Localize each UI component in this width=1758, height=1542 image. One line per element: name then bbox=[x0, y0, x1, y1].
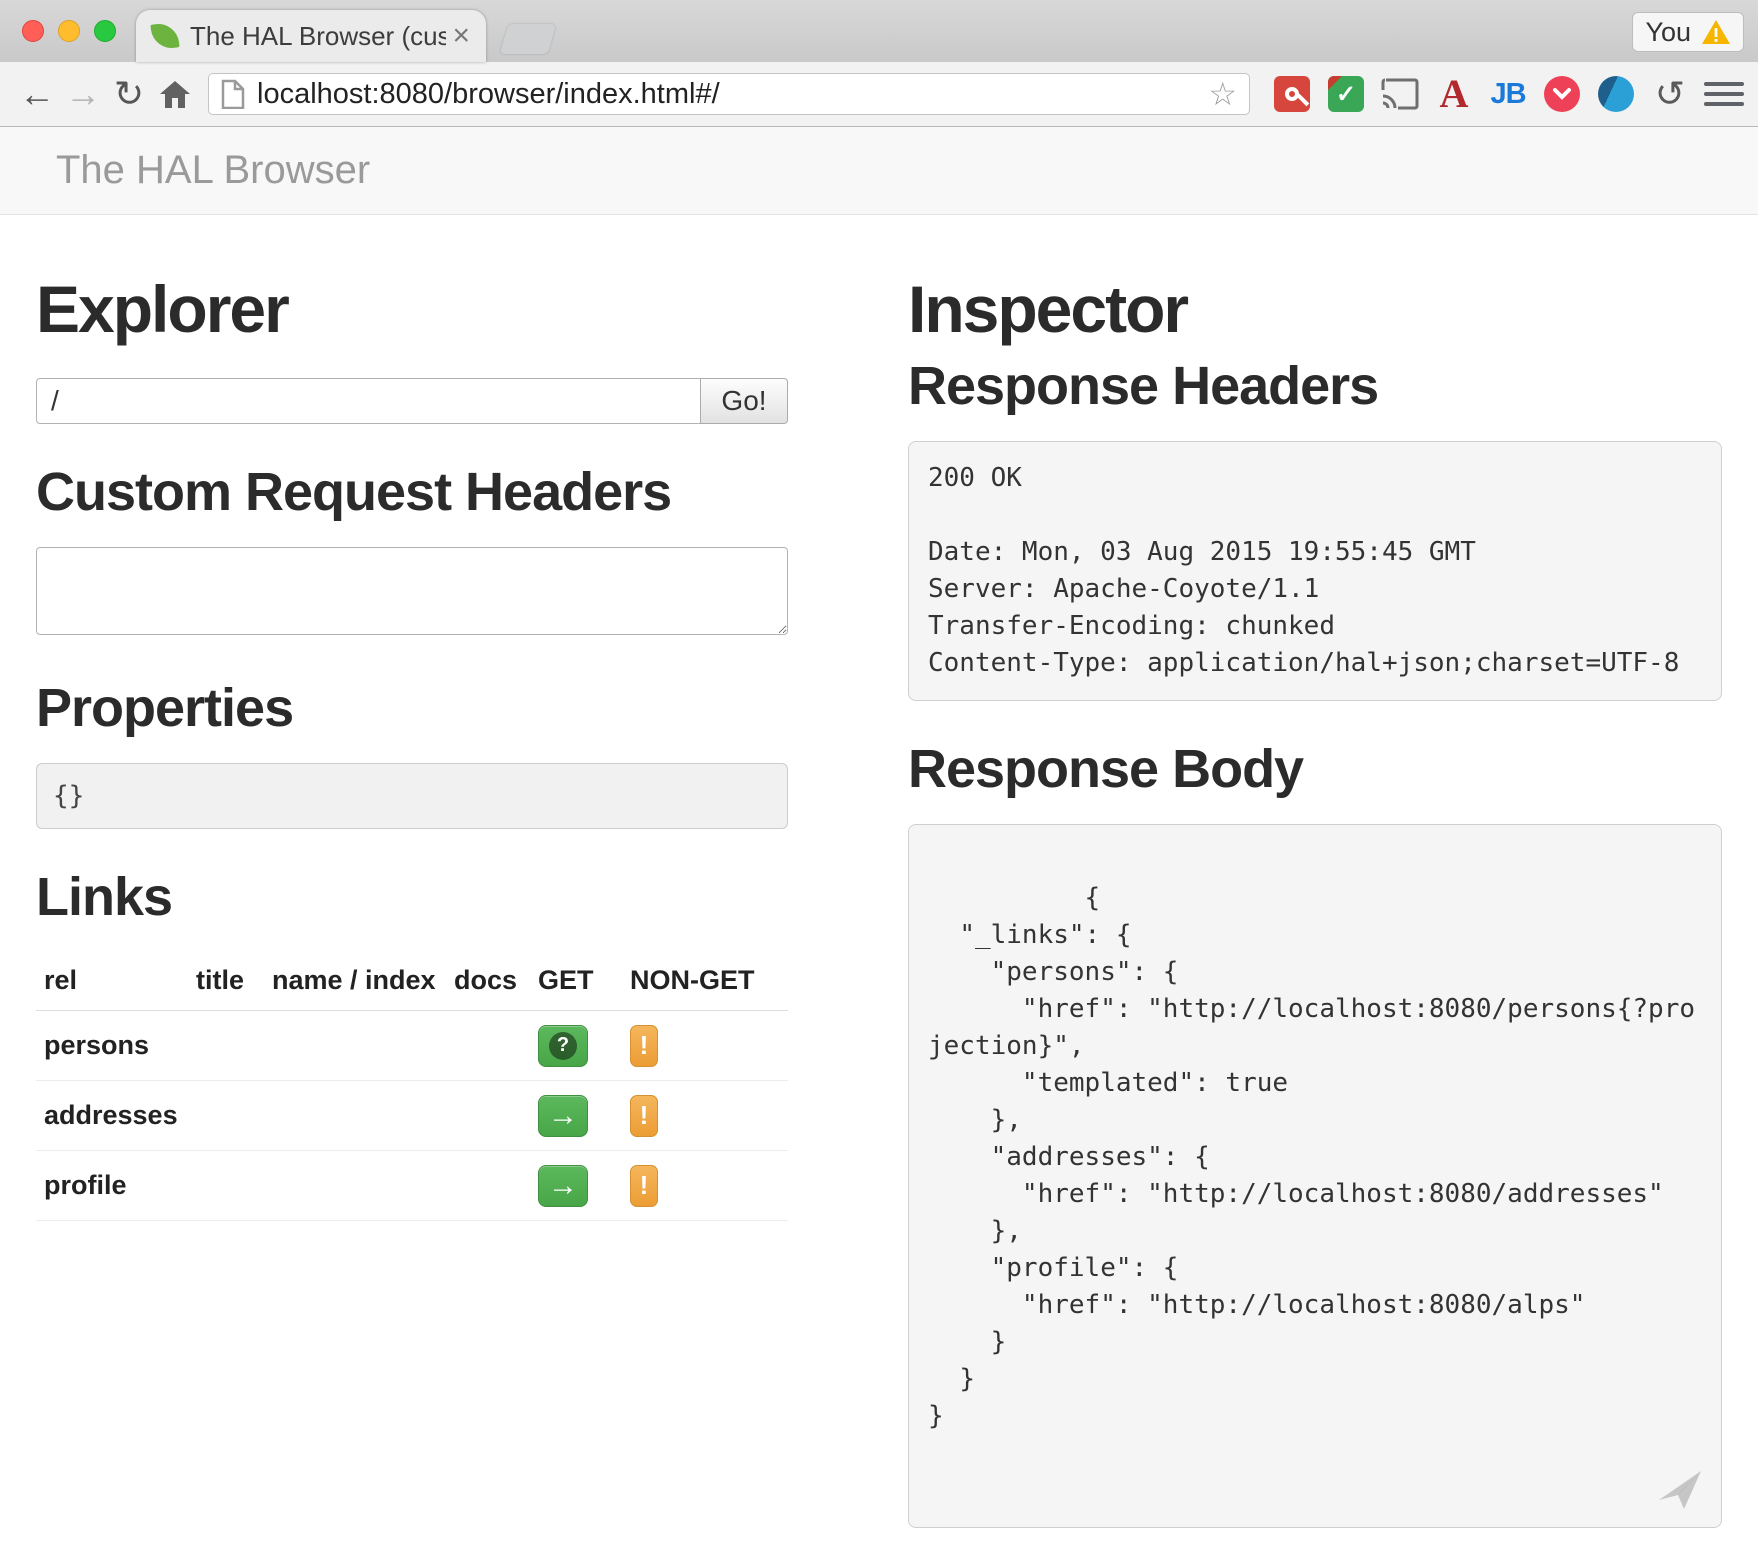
brand-title: The HAL Browser bbox=[56, 148, 370, 193]
letter-a-icon: A bbox=[1440, 74, 1469, 114]
link-title-cell bbox=[188, 1081, 264, 1151]
paper-plane-icon bbox=[1657, 1467, 1703, 1513]
link-rel: persons bbox=[36, 1011, 188, 1081]
reload-button[interactable]: ↻ bbox=[106, 71, 152, 117]
tab-strip: The HAL Browser (customiz × You bbox=[0, 0, 1758, 62]
links-title: Links bbox=[36, 869, 788, 926]
extension-cast-button[interactable] bbox=[1378, 72, 1422, 116]
link-name-cell bbox=[264, 1151, 446, 1221]
window-controls bbox=[22, 20, 116, 42]
forward-button[interactable]: → bbox=[60, 71, 106, 117]
pocket-icon bbox=[1544, 76, 1580, 112]
extension-pocket-button[interactable] bbox=[1540, 72, 1584, 116]
inspector-title: Inspector bbox=[908, 275, 1722, 344]
get-button-addresses[interactable]: → bbox=[538, 1095, 588, 1137]
exclamation-icon: ! bbox=[640, 1100, 649, 1131]
extension-jetbrains-button[interactable]: JB bbox=[1486, 72, 1530, 116]
question-icon: ? bbox=[549, 1032, 577, 1060]
response-body-box: { "_links": { "persons": { "href": "http… bbox=[908, 824, 1722, 1528]
spring-leaf-favicon bbox=[150, 21, 179, 50]
exclamation-icon: ! bbox=[640, 1030, 649, 1061]
page-header: The HAL Browser bbox=[0, 127, 1758, 215]
link-row-addresses: addresses → ! bbox=[36, 1081, 788, 1151]
browser-window: The HAL Browser (customiz × You ← → ↻ bbox=[0, 0, 1758, 1542]
arrow-right-icon: → bbox=[548, 1101, 578, 1131]
explorer-panel: Explorer Go! Custom Request Headers Prop… bbox=[36, 215, 788, 1528]
history-clock-icon: ↺ bbox=[1655, 76, 1685, 112]
menu-icon bbox=[1704, 82, 1744, 86]
page-icon bbox=[221, 79, 245, 109]
properties-title: Properties bbox=[36, 680, 788, 737]
response-body-title: Response Body bbox=[908, 741, 1722, 798]
link-docs-cell bbox=[446, 1011, 530, 1081]
address-bar[interactable]: localhost:8080/browser/index.html#/ ☆ bbox=[208, 73, 1250, 115]
response-body-json: { "_links": { "persons": { "href": "http… bbox=[928, 883, 1695, 1431]
non-get-button-persons[interactable]: ! bbox=[630, 1025, 658, 1067]
link-row-profile: profile → ! bbox=[36, 1151, 788, 1221]
update-warning-icon bbox=[1701, 18, 1731, 46]
key-icon bbox=[1285, 87, 1299, 101]
col-get: GET bbox=[530, 951, 622, 1011]
extension-checker-button[interactable]: ✓ bbox=[1324, 72, 1368, 116]
url-text: localhost:8080/browser/index.html#/ bbox=[257, 78, 1208, 111]
close-window-button[interactable] bbox=[22, 20, 44, 42]
non-get-button-profile[interactable]: ! bbox=[630, 1165, 658, 1207]
get-button-persons[interactable]: ? bbox=[538, 1025, 588, 1067]
cast-icon bbox=[1381, 78, 1419, 110]
home-button[interactable] bbox=[152, 71, 198, 117]
explorer-title: Explorer bbox=[36, 275, 788, 344]
profile-label: You bbox=[1645, 17, 1691, 48]
go-button[interactable]: Go! bbox=[700, 378, 788, 424]
jb-icon: JB bbox=[1490, 78, 1525, 111]
tab-close-icon[interactable]: × bbox=[452, 21, 470, 51]
bookmark-star-icon[interactable]: ☆ bbox=[1208, 75, 1237, 113]
non-get-button-addresses[interactable]: ! bbox=[630, 1095, 658, 1137]
back-button[interactable]: ← bbox=[14, 71, 60, 117]
profile-you-chip[interactable]: You bbox=[1632, 12, 1744, 52]
link-rel: addresses bbox=[36, 1081, 188, 1151]
link-row-persons: persons ? ! bbox=[36, 1011, 788, 1081]
custom-headers-title: Custom Request Headers bbox=[36, 464, 788, 521]
col-name-index: name / index bbox=[264, 951, 446, 1011]
get-button-profile[interactable]: → bbox=[538, 1165, 588, 1207]
col-title: title bbox=[188, 951, 264, 1011]
tab-title: The HAL Browser (customiz bbox=[190, 21, 446, 52]
new-tab-button[interactable] bbox=[500, 24, 557, 54]
link-rel: profile bbox=[36, 1151, 188, 1221]
browser-tab[interactable]: The HAL Browser (customiz × bbox=[136, 10, 486, 62]
link-name-cell bbox=[264, 1081, 446, 1151]
minimize-window-button[interactable] bbox=[58, 20, 80, 42]
browser-toolbar: ← → ↻ localhost:8080/browser/index.html#… bbox=[0, 62, 1758, 127]
link-docs-cell bbox=[446, 1151, 530, 1221]
link-docs-cell bbox=[446, 1081, 530, 1151]
explorer-address-input[interactable] bbox=[36, 378, 700, 424]
col-rel: rel bbox=[36, 951, 188, 1011]
page-content: Explorer Go! Custom Request Headers Prop… bbox=[0, 215, 1758, 1542]
extension-letter-a-button[interactable]: A bbox=[1432, 72, 1476, 116]
response-headers-box: 200 OK Date: Mon, 03 Aug 2015 19:55:45 G… bbox=[908, 441, 1722, 701]
link-title-cell bbox=[188, 1011, 264, 1081]
explorer-address-group: Go! bbox=[36, 378, 788, 424]
links-header-row: rel title name / index docs GET NON-GET bbox=[36, 951, 788, 1011]
col-non-get: NON-GET bbox=[622, 951, 788, 1011]
zoom-window-button[interactable] bbox=[94, 20, 116, 42]
inspector-panel: Inspector Response Headers 200 OK Date: … bbox=[908, 215, 1722, 1528]
extension-blue-circle-button[interactable] bbox=[1594, 72, 1638, 116]
response-headers-title: Response Headers bbox=[908, 358, 1722, 415]
custom-headers-textarea[interactable] bbox=[36, 547, 788, 635]
menu-button[interactable] bbox=[1704, 72, 1744, 116]
link-title-cell bbox=[188, 1151, 264, 1221]
links-table: rel title name / index docs GET NON-GET … bbox=[36, 951, 788, 1221]
extension-history-button[interactable]: ↺ bbox=[1648, 72, 1692, 116]
link-name-cell bbox=[264, 1011, 446, 1081]
extension-password-manager-button[interactable] bbox=[1270, 72, 1314, 116]
hal-browser-page: The HAL Browser Explorer Go! Custom Requ… bbox=[0, 127, 1758, 1542]
properties-box: {} bbox=[36, 763, 788, 829]
blue-circle-icon bbox=[1598, 76, 1634, 112]
exclamation-icon: ! bbox=[640, 1170, 649, 1201]
home-icon bbox=[159, 79, 191, 109]
check-icon: ✓ bbox=[1336, 80, 1356, 109]
col-docs: docs bbox=[446, 951, 530, 1011]
arrow-right-icon: → bbox=[548, 1171, 578, 1201]
